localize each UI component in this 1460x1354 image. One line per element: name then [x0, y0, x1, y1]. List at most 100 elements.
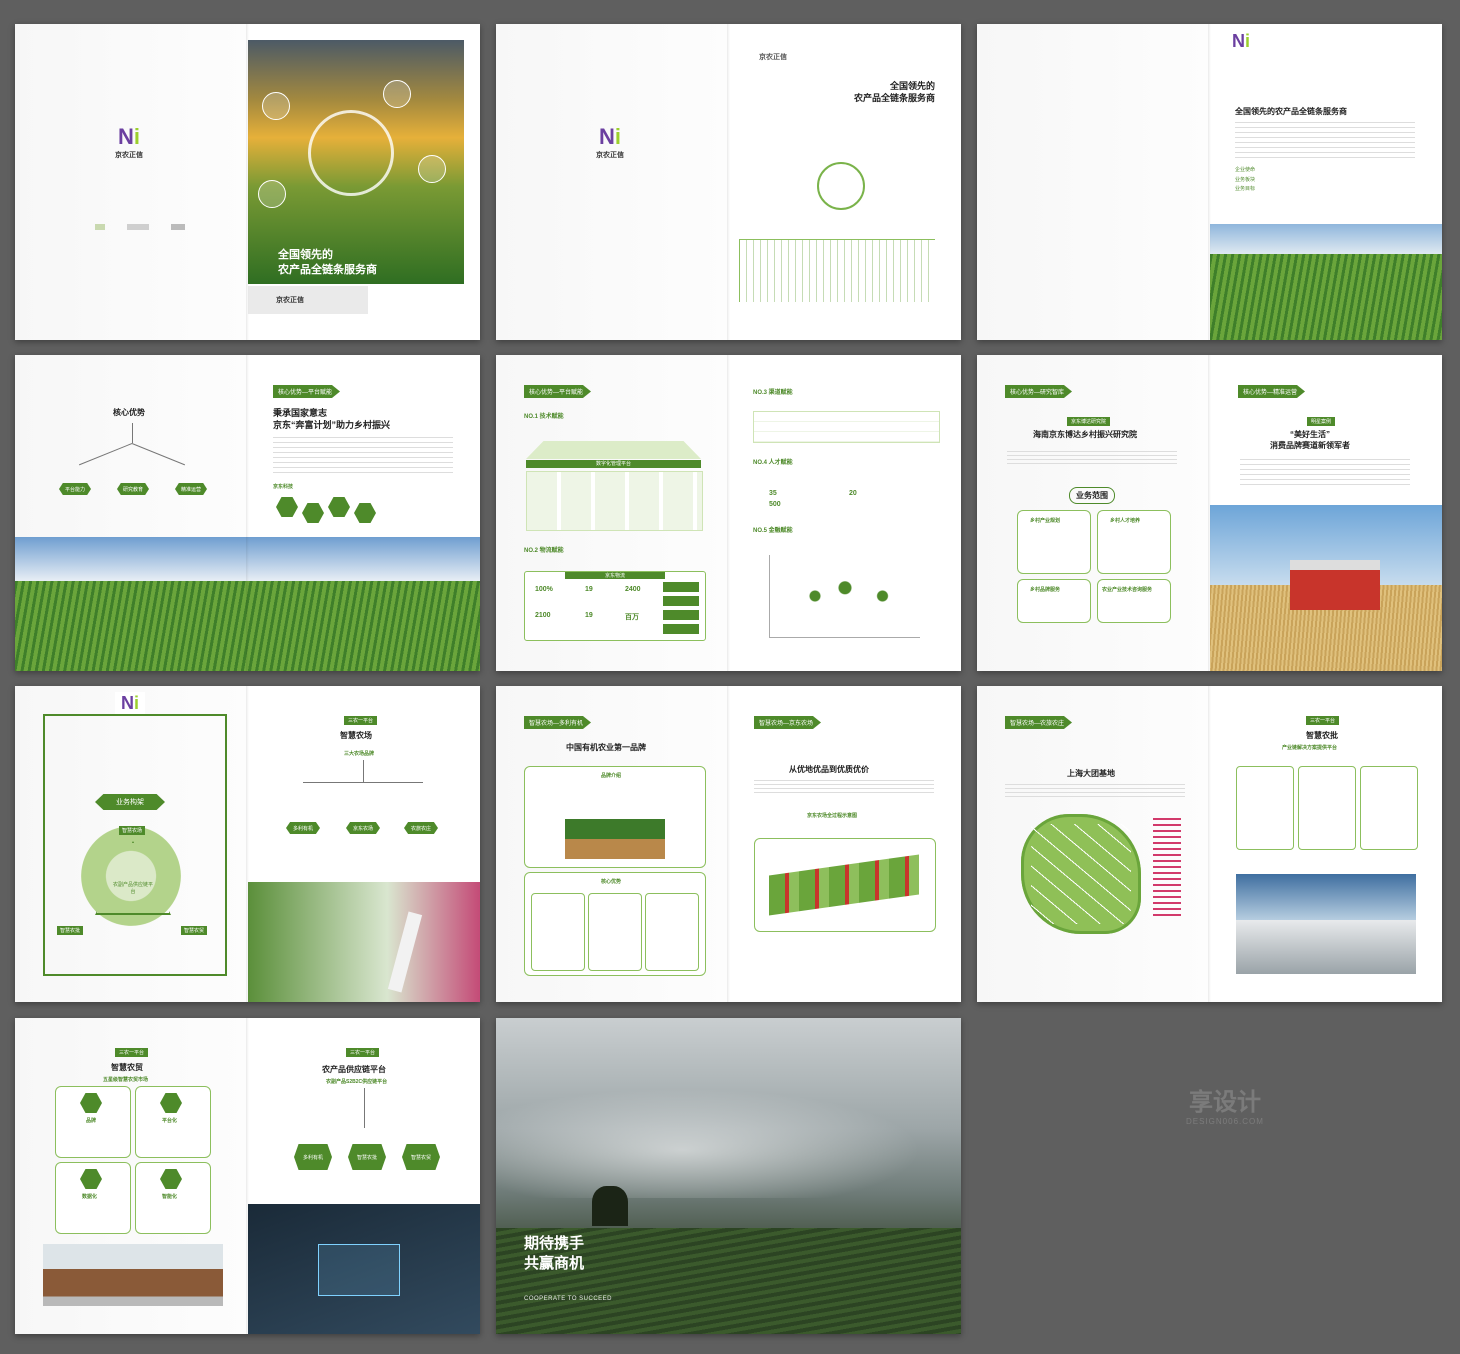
intro-title-line2: 农产品全链条服务商 [853, 93, 935, 104]
section-tag: 智慧农场—农旅农庄 [1005, 716, 1073, 729]
core-advantage-box-title: 核心优势 [601, 879, 622, 885]
brand-name: 京农正信 [115, 152, 143, 159]
closing-line1: 期待携手 [524, 1235, 585, 1252]
hex-icon-1 [276, 497, 298, 517]
datuan-paragraph [1005, 784, 1185, 800]
cell-data: 数据化 [55, 1162, 131, 1234]
brand-logo: Ni [115, 692, 146, 714]
smart-icon [160, 1169, 182, 1189]
heading-line1: 秉承国家意志 [273, 408, 328, 418]
stat-5: 19 [585, 612, 593, 619]
talent-stat-2: 20 [849, 490, 857, 497]
stat-4: 2100 [535, 612, 551, 619]
scope-box-4-title: 农业产业技术咨询服务 [1102, 587, 1153, 593]
no1-heading: NO.1 技术赋能 [524, 414, 564, 420]
page-left: Ni 京农正信 [15, 24, 247, 340]
section-tag: 三农一平台 [115, 1048, 149, 1057]
bullet-mission: 企业使命 [1235, 167, 1256, 173]
brand-logo: Ni [1232, 31, 1251, 51]
map-legend [1153, 818, 1181, 918]
advantage-paragraph [273, 437, 453, 477]
fold [727, 686, 730, 1002]
page-right: 三农一平台 农产品供应链平台 农副产品S2B2C供应链平台 多利有机 智慧农批 … [248, 1018, 480, 1334]
fold [246, 24, 249, 340]
node-market: 智慧农贸 [181, 926, 208, 935]
page-left: Ni 京农正信 [496, 24, 728, 340]
partner-logos [95, 224, 185, 230]
process-diagram-title: 京东农场全过程示意图 [807, 813, 858, 819]
footer-brand: 京农正信 [276, 297, 304, 304]
sub-box-2 [588, 893, 642, 971]
page-right: 全国领先的 农产品全链条服务商 京农正信 [248, 24, 480, 340]
platform-banner: 数字化管理平台 [526, 460, 701, 468]
farm-tree-bar [303, 782, 423, 783]
spread-company: Ni 全国领先的农产品全链条服务商 企业使命 业务板块 业务目标 [977, 24, 1442, 340]
logistics-title: 京东物流 [565, 572, 665, 579]
page-right: 三农一平台 智慧农批 产业链解决方案提供平台 [1210, 686, 1442, 1002]
advantage-platform: 平台能力 [59, 483, 91, 495]
watermark-cn: 享设计 [1188, 1089, 1261, 1116]
cover-title-line1: 全国领先的 [278, 249, 333, 261]
greenhouse-robot-photo [248, 882, 480, 1002]
icon-circle-3 [418, 155, 446, 183]
chain-stem [364, 1088, 365, 1128]
icon-circle-1 [262, 92, 290, 120]
scope-box-4: 农业产业技术咨询服务 [1097, 579, 1171, 623]
page-left: 智慧农场—多利有机 中国有机农业第一品牌 品牌介绍 核心优势 [496, 686, 728, 1002]
section-tag-right: 核心优势—精准运营 [1238, 385, 1306, 398]
jd-tech-label: 京东科技 [273, 484, 294, 490]
smart-farm-title: 智慧农场 [340, 731, 372, 740]
tree-branch-1 [78, 443, 133, 466]
chain-duoli: 多利有机 [294, 1144, 332, 1170]
person-silhouette [592, 1186, 628, 1226]
case-title: “美好生活” 消费品牌赛道新领军者 [1270, 429, 1350, 451]
page-left: 核心优势—平台赋能 NO.1 技术赋能 数字化管理平台 NO.2 物流赋能 京东… [496, 355, 728, 671]
core-advantage-box: 核心优势 [524, 872, 706, 976]
market-building-rendering [43, 1244, 223, 1306]
hex-icon-3 [328, 497, 350, 517]
lettuce-photo [1210, 224, 1442, 340]
smart-market-title: 智慧农贸 [111, 1063, 143, 1072]
page-right: Ni 全国领先的农产品全链条服务商 企业使命 业务板块 业务目标 [1210, 24, 1442, 340]
cell-brand: 品牌 [55, 1086, 131, 1158]
cover-title: 全国领先的 农产品全链条服务商 [278, 248, 377, 278]
logistics-panel: 京东物流 100% 19 2400 2100 19 百万 [524, 571, 706, 641]
page-right: 京农正信 全国领先的 农产品全链条服务商 [729, 24, 961, 340]
page-left: Ni 业务构架 农副产品供应链平台 智慧农场 智慧农批 智慧农贸 [15, 686, 247, 1002]
brand-intro-box: 品牌介绍 [524, 766, 706, 868]
section-tag: 核心优势—平台赋能 [273, 385, 341, 398]
no5-heading: NO.5 金融赋能 [753, 528, 793, 534]
research-title: 海南京东博达乡村振兴研究院 [1033, 430, 1137, 439]
data-icon [80, 1169, 102, 1189]
spread-datuan: 智慧农场—农旅农庄 上海大团基地 三农一平台 智慧农批 产业链解决方案提供平台 [977, 686, 1442, 1002]
organic-title: 中国有机农业第一品牌 [566, 743, 646, 752]
scope-box-1: 乡村产业规划 [1017, 510, 1091, 574]
wholesale-col-1 [1236, 766, 1294, 850]
robot-arm [387, 911, 423, 993]
spread-platform-empowerment: 核心优势—平台赋能 NO.1 技术赋能 数字化管理平台 NO.2 物流赋能 京东… [496, 355, 961, 671]
scope-box-1-title: 乡村产业规划 [1030, 518, 1061, 524]
brand-duoli: 多利有机 [286, 822, 320, 834]
farm-tree-stem [363, 760, 364, 782]
wholesale-col-3 [1360, 766, 1418, 850]
section-tag: 核心优势—研究智库 [1005, 385, 1073, 398]
stat-2: 19 [585, 586, 593, 593]
spread-smart-farm: 智慧农场—多利有机 中国有机农业第一品牌 品牌介绍 核心优势 智慧农场—京东农场… [496, 686, 961, 1002]
hex-icon-4 [354, 503, 376, 523]
map-roads [1031, 824, 1131, 924]
case-title-line2: 消费品牌赛道新领军者 [1270, 441, 1350, 450]
fold [1208, 686, 1211, 1002]
case-paragraph [1240, 459, 1410, 489]
brand-logo: Ni 京农正信 [596, 124, 624, 160]
closing-title: 期待携手 共赢商机 [524, 1234, 584, 1275]
brand-name: 京农正信 [596, 152, 624, 159]
platform-icon [160, 1093, 182, 1113]
spread-back-cover: 期待携手 共赢商机 COOPERATE TO SUCCEED [496, 1018, 961, 1334]
scope-box-3: 乡村品牌服务 [1017, 579, 1091, 623]
company-title: 全国领先的农产品全链条服务商 [1235, 107, 1347, 116]
architecture-center: 农副产品供应链平台 [113, 882, 154, 895]
mountain-mist [496, 1078, 961, 1198]
fold [727, 24, 730, 340]
digital-hand-photo [248, 1204, 480, 1334]
stat-6: 百万 [625, 614, 639, 621]
